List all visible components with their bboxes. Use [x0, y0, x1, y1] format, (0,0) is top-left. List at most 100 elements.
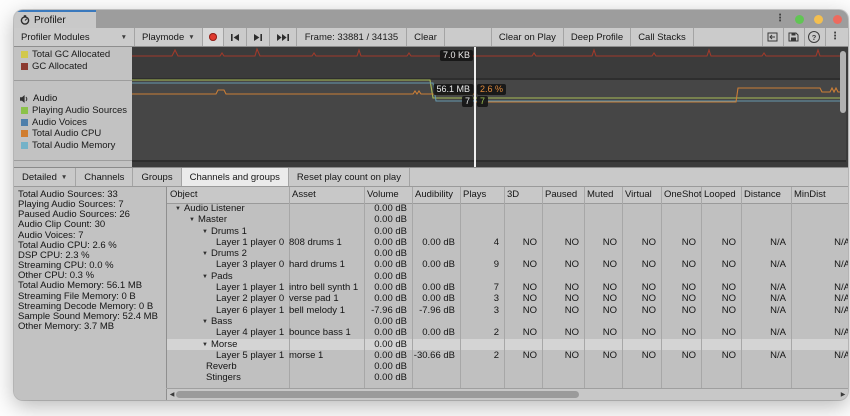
- column-header-looped[interactable]: Looped: [704, 187, 741, 203]
- table-row[interactable]: ▼Bass0.00 dB: [167, 316, 848, 327]
- object-label: Layer 1 player 0: [216, 237, 284, 248]
- clear-button[interactable]: Clear: [407, 28, 445, 46]
- cell-d3: NO: [504, 350, 537, 361]
- window-close-button[interactable]: [833, 15, 842, 24]
- horizontal-scrollbar-thumb[interactable]: [176, 391, 579, 398]
- column-header-virtual[interactable]: Virtual: [625, 187, 661, 203]
- table-row[interactable]: ▼Drums 10.00 dB: [167, 226, 848, 237]
- load-profile-button[interactable]: [762, 28, 781, 46]
- cell-paused: [542, 214, 579, 225]
- module-header-audio[interactable]: Audio: [14, 92, 132, 105]
- cell-volume: 0.00 dB: [364, 293, 407, 304]
- selected-frame-playhead[interactable]: [474, 47, 476, 167]
- legend-item[interactable]: Audio Voices: [14, 117, 132, 129]
- window-minimize-button[interactable]: [814, 15, 823, 24]
- table-row[interactable]: Layer 5 player 1morse 10.00 dB-30.66 dB2…: [167, 350, 848, 361]
- table-row[interactable]: ▼Master0.00 dB: [167, 214, 848, 225]
- next-frame-button[interactable]: [247, 28, 270, 46]
- window-fullscreen-button[interactable]: [795, 15, 804, 24]
- skip-back-icon: [230, 33, 240, 42]
- table-row[interactable]: Layer 1 player 0808 drums 10.00 dB0.00 d…: [167, 237, 848, 248]
- table-row[interactable]: Layer 6 player 1bell melody 1-7.96 dB-7.…: [167, 305, 848, 316]
- cell-plays: 2: [460, 327, 499, 338]
- help-button[interactable]: ?: [804, 28, 823, 46]
- cell-object: Layer 1 player 1: [167, 282, 289, 293]
- cell-plays: 4: [460, 237, 499, 248]
- column-header-volume[interactable]: Volume: [367, 187, 412, 203]
- column-header-oneshot[interactable]: OneShot: [664, 187, 701, 203]
- legend-item[interactable]: Total Audio CPU: [14, 128, 132, 140]
- legend-item[interactable]: GC Allocated: [14, 61, 132, 73]
- table-row[interactable]: ▼Morse0.00 dB: [167, 339, 848, 350]
- table-row[interactable]: Stingers0.00 dB: [167, 372, 848, 383]
- scroll-right-arrow-icon[interactable]: ▶: [838, 389, 848, 399]
- column-header-plays[interactable]: Plays: [463, 187, 504, 203]
- tree-expand-arrow-icon[interactable]: ▼: [202, 340, 208, 350]
- tree-expand-arrow-icon[interactable]: ▼: [202, 272, 208, 282]
- module-charts[interactable]: 7.0 KB 56.1 MB 2.6 % 7 7: [132, 47, 848, 167]
- table-row[interactable]: Layer 2 player 0verse pad 10.00 dB0.00 d…: [167, 293, 848, 304]
- cell-paused: NO: [542, 350, 579, 361]
- cell-object: ▼Pads: [167, 271, 289, 282]
- table-row[interactable]: ▼Drums 20.00 dB: [167, 248, 848, 259]
- reset-play-count-button[interactable]: Reset play count on play: [289, 168, 410, 186]
- clear-on-play-button[interactable]: Clear on Play: [492, 28, 564, 46]
- target-mode-dropdown[interactable]: Playmode ▼: [135, 28, 203, 46]
- context-menu-button[interactable]: ⋮: [825, 28, 844, 46]
- tab-profiler[interactable]: Profiler: [14, 10, 96, 28]
- cell-asset: hard drums 1: [289, 259, 359, 270]
- table-row[interactable]: Reverb0.00 dB: [167, 361, 848, 372]
- legend-swatch-icon: [21, 119, 28, 126]
- cell-oneshot: [661, 271, 696, 282]
- cell-object: Layer 6 player 1: [167, 305, 289, 316]
- tree-expand-arrow-icon[interactable]: ▼: [189, 215, 195, 225]
- table-row[interactable]: ▼Pads0.00 dB: [167, 271, 848, 282]
- cell-virtual: [622, 271, 656, 282]
- column-header-audibility[interactable]: Audibility: [415, 187, 460, 203]
- tree-expand-arrow-icon[interactable]: ▼: [175, 204, 181, 214]
- cell-looped: NO: [701, 282, 736, 293]
- save-profile-button[interactable]: [783, 28, 802, 46]
- previous-frame-button[interactable]: [224, 28, 247, 46]
- cell-audibility: [412, 339, 455, 350]
- cell-asset: intro bell synth 1: [289, 282, 359, 293]
- current-frame-button[interactable]: [270, 28, 297, 46]
- cell-virtual: NO: [622, 305, 656, 316]
- cell-distance: N/A: [741, 305, 786, 316]
- cell-asset: [289, 361, 359, 372]
- table-row[interactable]: Layer 1 player 1intro bell synth 10.00 d…: [167, 282, 848, 293]
- column-header-muted[interactable]: Muted: [587, 187, 622, 203]
- column-header-paused[interactable]: Paused: [545, 187, 584, 203]
- column-header-asset[interactable]: Asset: [292, 187, 364, 203]
- tab-channels[interactable]: Channels: [76, 168, 133, 186]
- column-header-distance[interactable]: Distance: [744, 187, 791, 203]
- legend-item[interactable]: Playing Audio Sources: [14, 105, 132, 117]
- column-header-3d[interactable]: 3D: [507, 187, 542, 203]
- table-row[interactable]: Layer 3 player 0hard drums 10.00 dB0.00 …: [167, 259, 848, 270]
- legend-item[interactable]: Total Audio Memory: [14, 140, 132, 152]
- cell-object: ▼Drums 2: [167, 248, 289, 259]
- detail-mode-dropdown[interactable]: Detailed ▼: [14, 168, 76, 186]
- legend-item[interactable]: Total GC Allocated: [14, 49, 132, 61]
- cell-volume: 0.00 dB: [364, 327, 407, 338]
- cell-plays: [460, 339, 499, 350]
- deep-profile-button[interactable]: Deep Profile: [564, 28, 631, 46]
- profiler-modules-dropdown[interactable]: Profiler Modules ▼: [14, 28, 135, 46]
- chevron-down-icon: ▼: [188, 34, 194, 41]
- tree-expand-arrow-icon[interactable]: ▼: [202, 317, 208, 327]
- table-row[interactable]: Layer 4 player 1bounce bass 10.00 dB0.00…: [167, 327, 848, 338]
- table-row[interactable]: ▼Audio Listener0.00 dB: [167, 203, 848, 214]
- tree-expand-arrow-icon[interactable]: ▼: [202, 249, 208, 259]
- tab-channels-and-groups[interactable]: Channels and groups: [182, 168, 289, 186]
- cell-mindist: [791, 339, 848, 350]
- titlebar-menu-icon[interactable]: ⋮: [775, 14, 785, 24]
- record-button[interactable]: [203, 28, 224, 46]
- call-stacks-button[interactable]: Call Stacks: [631, 28, 694, 46]
- tree-expand-arrow-icon[interactable]: ▼: [202, 227, 208, 237]
- tab-groups[interactable]: Groups: [133, 168, 181, 186]
- column-header-mindist[interactable]: MinDist: [794, 187, 848, 203]
- column-header-object[interactable]: Object: [170, 187, 289, 203]
- cell-d3: NO: [504, 293, 537, 304]
- horizontal-scrollbar[interactable]: ◀ ▶: [167, 389, 848, 400]
- chart-vertical-scrollbar[interactable]: [840, 51, 846, 113]
